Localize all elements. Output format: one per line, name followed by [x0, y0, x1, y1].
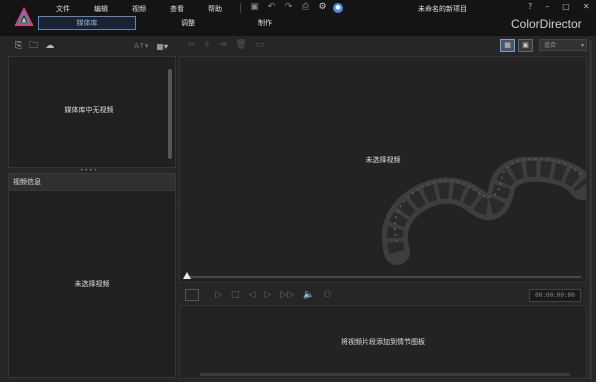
timeline-slider[interactable] [189, 276, 581, 278]
preview-toolbar: ✂ ⫩ ⇥ 🗑 ▭ ▦ ▣ 适合 [179, 37, 587, 53]
menu-edit[interactable]: 编辑 [82, 4, 120, 14]
project-title: 未命名的新项目 [418, 5, 467, 13]
title-bar: 文件 编辑 视频 查看 帮助 ▣ ↶ ↷ ⎙ ⚙ ● 未命名的新项目 ? – □… [0, 0, 596, 36]
redo-icon[interactable]: ↷ [282, 2, 295, 13]
preview-window: 未选择视频 [179, 56, 587, 283]
play-icon[interactable]: ▷ [215, 290, 222, 300]
tab-adjust[interactable]: 调整 [160, 16, 216, 30]
notification-icon[interactable]: ● [333, 2, 343, 13]
sort-button[interactable]: A↑▾ [134, 42, 148, 50]
timecode-display: 00:00:00:00 [529, 289, 581, 302]
storyboard-empty-text: 将视频片段添加到情节图板 [341, 338, 425, 346]
trim-icon[interactable]: ⇥ [219, 40, 227, 50]
video-info-panel: 未选择视频 [8, 190, 176, 378]
delete-icon[interactable]: 🗑 [235, 40, 246, 50]
snapshot-icon[interactable]: ⚇ [323, 290, 331, 300]
menu-video[interactable]: 视频 [120, 4, 158, 14]
media-library-panel: 媒体库中无视频 [8, 56, 176, 168]
divider [240, 2, 241, 13]
info-empty-text: 未选择视频 [74, 280, 110, 288]
storyboard-panel: 将视频片段添加到情节图板 [179, 305, 587, 379]
playhead-handle[interactable] [183, 272, 191, 279]
zoom-fit-select[interactable]: 适合 [539, 39, 587, 52]
film-reel-watermark-icon [382, 157, 586, 265]
video-info-header: 视频信息 [8, 173, 176, 191]
right-edge-scrollbar[interactable] [589, 40, 592, 380]
tab-produce[interactable]: 制作 [228, 16, 302, 30]
import-media-icon[interactable]: ⎘ [15, 41, 22, 51]
storyboard-scrollbar[interactable] [200, 373, 570, 376]
fast-forward-icon[interactable]: ▷▷ [280, 290, 294, 300]
app-window: 文件 编辑 视频 查看 帮助 ▣ ↶ ↷ ⎙ ⚙ ● 未命名的新项目 ? – □… [0, 0, 596, 382]
menu-help[interactable]: 帮助 [196, 4, 234, 14]
library-toolbar: ⎘ 🗀 ☁ A↑▾ ▦▾ [8, 37, 174, 55]
title-toolbar: ▣ ↶ ↷ ⎙ ⚙ ● [237, 2, 343, 13]
menu-bar: 文件 编辑 视频 查看 帮助 [44, 4, 234, 14]
mark-icon[interactable] [185, 289, 199, 301]
vertical-split-handle[interactable]: ⋮ [175, 200, 181, 210]
undo-icon[interactable]: ↶ [265, 2, 278, 13]
menu-file[interactable]: 文件 [44, 4, 82, 14]
menu-view[interactable]: 查看 [158, 4, 196, 14]
cloud-icon[interactable]: ☁ [45, 41, 54, 51]
library-scrollbar[interactable] [168, 69, 172, 159]
cut-icon[interactable]: ✂ [188, 40, 196, 50]
compare-view-button[interactable]: ▦ [500, 38, 515, 52]
prev-frame-icon[interactable]: ◁ [248, 290, 255, 300]
minimize-button[interactable]: – [545, 2, 549, 11]
maximize-button[interactable]: □ [562, 2, 570, 11]
next-frame-icon[interactable]: ▷ [264, 290, 271, 300]
video-info-title: 视频信息 [13, 178, 41, 186]
save-icon[interactable]: ▣ [248, 2, 261, 13]
stop-icon[interactable]: □ [231, 290, 240, 300]
volume-icon[interactable]: 🔈 [303, 290, 314, 300]
library-empty-text: 媒体库中无视频 [64, 106, 114, 114]
help-button[interactable]: ? [528, 2, 532, 11]
colordirector-logo-icon [14, 7, 34, 26]
split-icon[interactable]: ⫩ [205, 40, 210, 50]
export-icon[interactable]: ⎙ [299, 2, 312, 13]
import-folder-icon[interactable]: 🗀 [29, 38, 38, 54]
module-tabs: 媒体库 调整 制作 [38, 16, 304, 30]
window-controls: ? – □ ✕ [528, 2, 590, 11]
playback-controls: ▷ □ ◁ ▷ ▷▷ 🔈 ⚇ 00:00:00:00 [179, 286, 585, 304]
caption-icon[interactable]: ▭ [256, 40, 265, 50]
tab-library[interactable]: 媒体库 [38, 16, 136, 30]
view-grid-icon[interactable]: ▦▾ [156, 42, 168, 51]
settings-icon[interactable]: ⚙ [316, 2, 329, 13]
close-button[interactable]: ✕ [583, 2, 590, 11]
single-view-button[interactable]: ▣ [518, 38, 533, 52]
brand-name: ColorDirector [511, 17, 582, 31]
